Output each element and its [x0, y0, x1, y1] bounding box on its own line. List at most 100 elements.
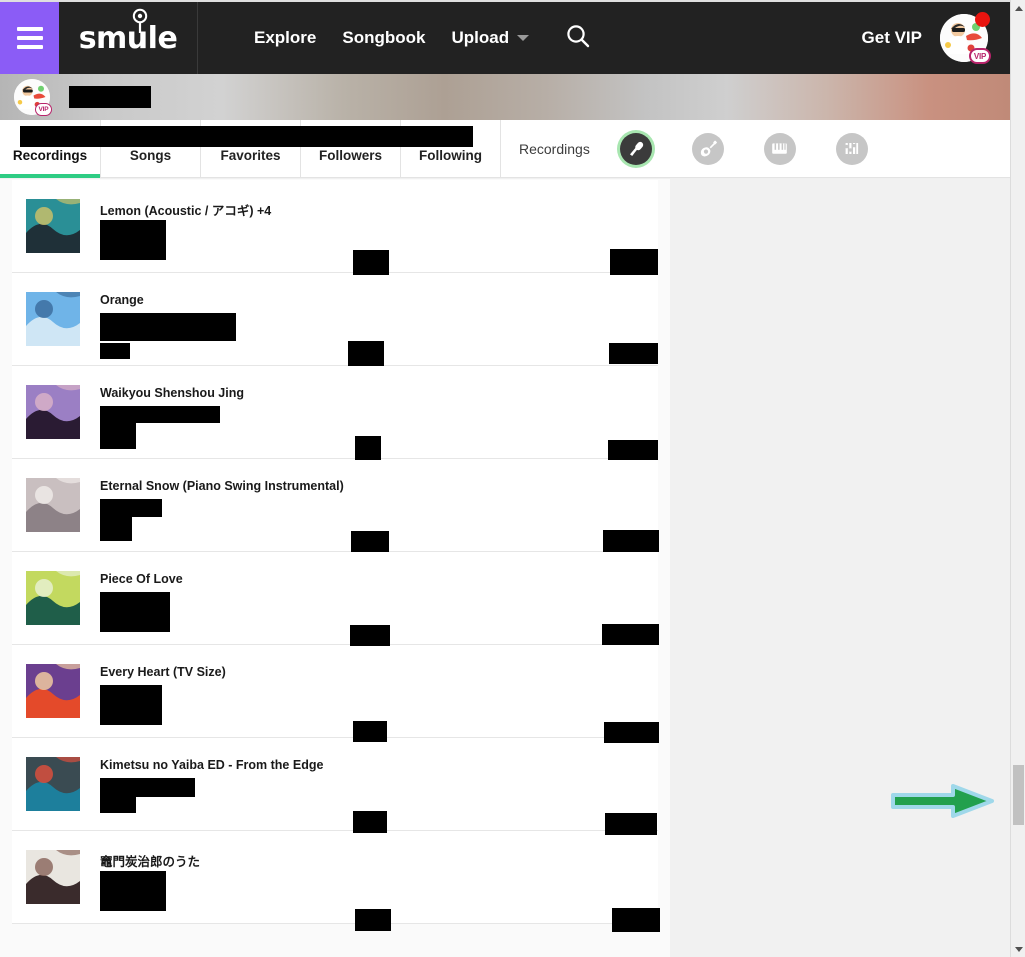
recording-stat-redacted	[353, 250, 389, 275]
recording-date-redacted	[605, 813, 657, 835]
recording-title[interactable]: Waikyou Shenshou Jing	[100, 386, 244, 400]
notification-dot[interactable]	[975, 12, 990, 27]
recording-meta-redacted	[100, 796, 136, 813]
recording-meta-redacted	[100, 515, 132, 541]
vip-badge: VIP	[969, 48, 991, 64]
recording-thumbnail[interactable]	[26, 571, 80, 625]
recording-meta-redacted	[100, 343, 130, 359]
equalizer-icon	[845, 143, 859, 154]
right-empty-pane	[670, 179, 1010, 957]
recording-date-redacted	[609, 343, 658, 364]
chevron-down-icon	[517, 35, 530, 41]
nav-right-group: Get VIP VIP	[862, 12, 1010, 64]
profile-tab-bar: Recordings Songs Favorites Followers Fol…	[0, 120, 1010, 178]
tab-following[interactable]: Following	[401, 120, 501, 178]
top-navigation-bar: smule Explore Songbook Upload Get VIP VI…	[0, 2, 1010, 74]
piano-icon	[772, 143, 788, 154]
get-vip-button[interactable]: Get VIP	[862, 28, 922, 48]
smule-profile-page: smule Explore Songbook Upload Get VIP VI…	[0, 0, 1025, 957]
recording-thumbnail[interactable]	[26, 757, 80, 811]
recording-stat-redacted	[355, 909, 391, 931]
recording-meta-redacted	[100, 592, 170, 632]
recording-stat-redacted	[353, 811, 387, 833]
nav-link-upload[interactable]: Upload	[451, 28, 530, 48]
microphone-filter-button[interactable]	[619, 132, 652, 165]
recording-row[interactable]: Waikyou Shenshou Jing	[12, 366, 658, 459]
scrollbar-thumb[interactable]	[1013, 765, 1024, 825]
recording-stat-redacted	[351, 531, 389, 552]
recording-title[interactable]: Kimetsu no Yaiba ED - From the Edge	[100, 758, 323, 772]
page-scrollbar[interactable]	[1010, 0, 1025, 957]
user-avatar-button[interactable]: VIP	[940, 12, 991, 64]
recordings-list[interactable]: Lemon (Acoustic / アコギ) +4 Orange Waikyou S…	[0, 179, 670, 957]
recording-thumbnail[interactable]	[26, 664, 80, 718]
recording-row[interactable]: Kimetsu no Yaiba ED - From the Edge	[12, 738, 658, 831]
nav-link-explore[interactable]: Explore	[254, 28, 316, 48]
tab-label: Songs	[129, 148, 172, 163]
hamburger-menu-button[interactable]	[0, 2, 59, 74]
hamburger-icon-line	[16, 36, 43, 40]
recording-thumbnail[interactable]	[26, 850, 80, 904]
guitar-icon	[700, 140, 717, 156]
brand-logo[interactable]: smule	[59, 2, 198, 74]
recording-title[interactable]: Lemon (Acoustic / アコギ) +4	[100, 200, 271, 219]
nav-link-songbook[interactable]: Songbook	[342, 28, 425, 48]
profile-tabs: Recordings Songs Favorites Followers Fol…	[0, 120, 501, 178]
recording-meta-redacted	[100, 685, 162, 725]
recording-meta-redacted	[100, 421, 136, 449]
recording-meta-redacted	[100, 313, 236, 341]
recording-stat-redacted	[355, 436, 381, 460]
recording-meta-redacted	[100, 778, 195, 797]
tab-label: Followers	[318, 148, 382, 163]
scroll-down-arrow-icon	[1014, 946, 1023, 952]
recording-row[interactable]: Orange	[12, 273, 658, 366]
recording-title[interactable]: Every Heart (TV Size)	[100, 665, 226, 679]
recording-row[interactable]: 竈門炭治郎のうた	[12, 831, 658, 924]
recording-meta-redacted	[100, 220, 166, 260]
recording-title[interactable]: 竈門炭治郎のうた	[100, 851, 200, 870]
microphone-icon	[629, 141, 644, 156]
recording-row[interactable]: Piece Of Love	[12, 552, 658, 645]
profile-vip-badge: VIP	[35, 103, 52, 116]
scroll-up-arrow-icon	[1014, 5, 1023, 11]
tab-songs[interactable]: Songs	[101, 120, 201, 178]
recording-row[interactable]: Every Heart (TV Size)	[12, 645, 658, 738]
guitar-filter-button[interactable]	[691, 132, 724, 165]
profile-avatar-button[interactable]: VIP	[14, 79, 52, 116]
tab-label: Favorites	[220, 148, 281, 163]
tab-followers[interactable]: Followers	[301, 120, 401, 178]
hamburger-icon-line	[16, 27, 43, 31]
recording-thumbnail[interactable]	[26, 385, 80, 439]
nav-link-label: Explore	[254, 28, 317, 47]
recording-date-redacted	[602, 624, 659, 645]
recording-thumbnail[interactable]	[26, 478, 80, 532]
recording-stat-redacted	[350, 625, 390, 646]
smule-pin-icon	[132, 8, 147, 33]
recording-date-redacted	[610, 249, 658, 275]
search-icon[interactable]	[565, 23, 591, 54]
recording-stat-redacted	[353, 721, 387, 742]
recording-stat-redacted	[348, 341, 384, 366]
nav-link-label: Upload	[451, 28, 510, 47]
nav-links: Explore Songbook Upload	[254, 23, 591, 54]
recording-row[interactable]: Eternal Snow (Piano Swing Instrumental)	[12, 459, 658, 552]
recordings-filter-bar: Recordings	[501, 120, 1010, 177]
mixer-filter-button[interactable]	[835, 132, 868, 165]
scroll-up-button[interactable]	[1011, 0, 1025, 16]
scroll-down-button[interactable]	[1011, 941, 1025, 957]
recording-date-redacted	[608, 440, 658, 460]
piano-filter-button[interactable]	[763, 132, 796, 165]
recording-thumbnail[interactable]	[26, 292, 80, 346]
tab-recordings[interactable]: Recordings	[0, 120, 101, 178]
tab-label: Following	[419, 148, 482, 163]
recording-date-redacted	[612, 908, 660, 932]
recording-title[interactable]: Piece Of Love	[100, 572, 183, 586]
recording-row[interactable]: Lemon (Acoustic / アコギ) +4	[12, 180, 658, 273]
recording-thumbnail[interactable]	[26, 199, 80, 253]
filter-bar-title: Recordings	[519, 140, 590, 157]
recording-title[interactable]: Orange	[100, 293, 144, 307]
recording-title[interactable]: Eternal Snow (Piano Swing Instrumental)	[100, 479, 344, 493]
recording-date-redacted	[604, 722, 659, 743]
tab-favorites[interactable]: Favorites	[201, 120, 301, 178]
green-right-arrow-annotation	[891, 784, 995, 818]
